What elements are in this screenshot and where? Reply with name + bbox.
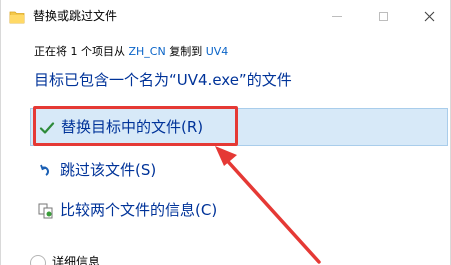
conflict-message: 目标已包含一个名为“UV4.exe”的文件 <box>34 71 292 89</box>
chevron-circle-icon <box>30 255 46 265</box>
skip-icon <box>38 163 54 179</box>
replace-file-option[interactable]: 替换目标中的文件(R) <box>30 108 448 146</box>
transfer-description: 正在将 1 个项目从 ZH_CN 复制到 UV4 <box>34 45 228 59</box>
checkmark-icon <box>39 120 55 136</box>
transfer-middle: 复制到 <box>165 45 206 58</box>
window-title: 替换或跳过文件 <box>33 9 118 23</box>
destination-folder-link[interactable]: UV4 <box>206 45 229 58</box>
minimize-button[interactable] <box>314 0 360 32</box>
compare-files-label: 比较两个文件的信息(C) <box>60 201 218 219</box>
replace-file-label: 替换目标中的文件(R) <box>61 118 204 136</box>
compare-files-option[interactable]: 比较两个文件的信息(C) <box>30 192 448 230</box>
details-label: 详细信息 <box>52 255 101 265</box>
details-toggle[interactable]: 详细信息 <box>30 252 230 265</box>
transfer-prefix: 正在将 1 个项目从 <box>34 45 129 58</box>
folder-icon <box>9 9 25 24</box>
close-button[interactable] <box>406 0 450 32</box>
maximize-button[interactable] <box>360 0 406 32</box>
skip-file-label: 跳过该文件(S) <box>60 161 157 179</box>
compare-icon <box>38 203 54 219</box>
skip-file-option[interactable]: 跳过该文件(S) <box>30 152 448 190</box>
maximize-icon <box>378 11 388 21</box>
replace-or-skip-dialog: 替换或跳过文件 正在将 1 个项目从 ZH_CN 复制到 UV4 目标已包含一个… <box>0 0 451 265</box>
source-folder-link[interactable]: ZH_CN <box>129 45 166 58</box>
close-icon <box>424 11 434 21</box>
minimize-icon <box>332 15 342 17</box>
title-bar[interactable]: 替换或跳过文件 <box>1 0 450 32</box>
